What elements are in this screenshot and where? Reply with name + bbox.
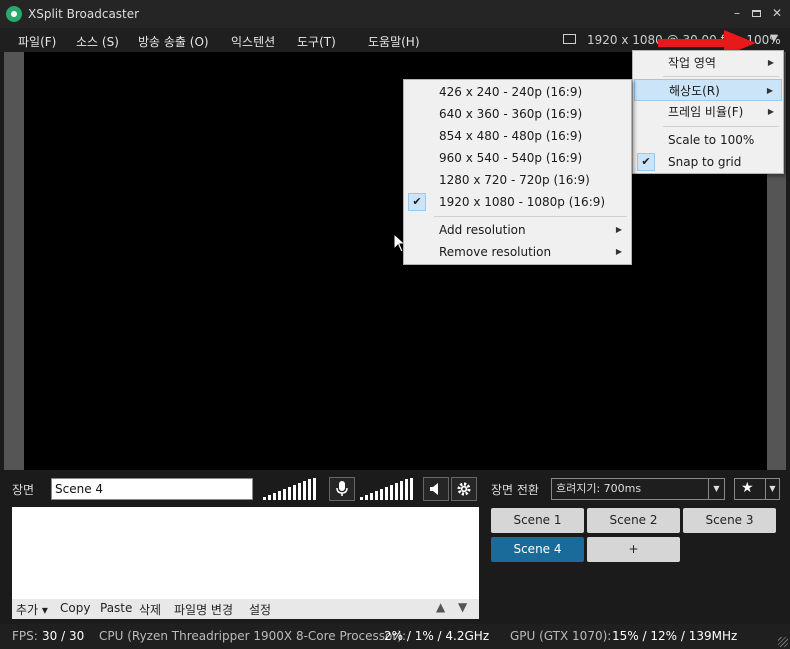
gpu-label: GPU (GTX 1070): (510, 629, 612, 643)
resize-grip[interactable] (778, 637, 788, 647)
title-bar: XSplit Broadcaster – ✕ (0, 0, 790, 28)
settings-button[interactable] (451, 477, 477, 501)
sources-list[interactable] (12, 507, 479, 599)
menu-item-scale-100[interactable]: Scale to 100% (634, 129, 782, 151)
view-menu-dropdown-arrow[interactable]: ▼ (770, 33, 778, 44)
microphone-volume-meter[interactable] (263, 478, 316, 500)
menu-item-resolution[interactable]: 해상도(R) ▶ (634, 79, 782, 101)
menu-item-snap-to-grid[interactable]: ✔ Snap to grid (634, 151, 782, 173)
menu-separator (434, 216, 627, 217)
menu-separator (663, 126, 779, 127)
add-source-button[interactable]: 추가 ▾ (16, 601, 48, 618)
source-settings-button[interactable]: 설정 (249, 601, 271, 618)
transition-label: 장면 전환 (491, 483, 539, 497)
menu-item-remove-resolution[interactable]: Remove resolution ▶ (405, 241, 630, 263)
xsplit-logo-icon (6, 6, 22, 22)
checkmark-icon: ✔ (408, 193, 426, 211)
minimize-button[interactable]: – (729, 5, 745, 21)
microphone-button[interactable] (329, 477, 355, 501)
menu-item-workspace[interactable]: 작업 영역 ▶ (634, 52, 782, 74)
menu-help[interactable]: 도움말(H) (368, 33, 420, 50)
speaker-icon (430, 483, 438, 495)
resolution-option[interactable]: 426 x 240 - 240p (16:9) (405, 81, 630, 103)
submenu-arrow-icon: ▶ (615, 225, 622, 234)
close-button[interactable]: ✕ (769, 5, 785, 21)
sources-toolbar: 추가 ▾ Copy Paste 삭제 파일명 변경 설정 ▲ ▼ (12, 599, 479, 619)
resolution-submenu: 426 x 240 - 240p (16:9) 640 x 360 - 360p… (403, 79, 632, 265)
speaker-button[interactable] (423, 477, 449, 501)
fps-label: FPS: (12, 629, 38, 643)
copy-button[interactable]: Copy (60, 601, 90, 615)
submenu-arrow-icon: ▶ (766, 86, 773, 95)
status-bar: FPS: 30 / 30 CPU (Ryzen Threadripper 190… (0, 624, 790, 649)
scene-name-field[interactable]: Scene 4 (51, 478, 253, 500)
window-title: XSplit Broadcaster (28, 7, 140, 21)
rename-button[interactable]: 파일명 변경 (174, 601, 233, 618)
menu-broadcast[interactable]: 방송 송출 (O) (138, 33, 209, 50)
paste-button[interactable]: Paste (100, 601, 132, 615)
menu-extensions[interactable]: 익스텐션 (231, 33, 275, 50)
menu-separator (663, 76, 779, 77)
gear-icon (457, 482, 471, 496)
resolution-option[interactable]: 960 x 540 - 540p (16:9) (405, 147, 630, 169)
menu-sources[interactable]: 소스 (S) (76, 33, 119, 50)
resolution-option[interactable]: 854 x 480 - 480p (16:9) (405, 125, 630, 147)
scene-button-4[interactable]: Scene 4 (491, 537, 584, 562)
star-add-icon: ★ (741, 480, 754, 496)
microphone-icon (336, 481, 348, 496)
submenu-arrow-icon: ▶ (767, 58, 774, 67)
add-scene-button[interactable]: + (587, 537, 680, 562)
menu-item-frame-rate[interactable]: 프레임 비율(F) ▶ (634, 101, 782, 123)
chevron-down-icon[interactable]: ▼ (765, 479, 779, 499)
scene-button-2[interactable]: Scene 2 (587, 508, 680, 533)
submenu-arrow-icon: ▶ (615, 247, 622, 256)
monitor-icon (563, 34, 576, 44)
maximize-button[interactable] (748, 5, 764, 21)
chevron-down-icon: ▼ (708, 479, 724, 499)
scene-button-1[interactable]: Scene 1 (491, 508, 584, 533)
resolution-option[interactable]: 640 x 360 - 360p (16:9) (405, 103, 630, 125)
cpu-value: 2% / 1% / 4.2GHz (384, 629, 490, 643)
cpu-label: CPU (Ryzen Threadripper 1900X 8-Core Pro… (99, 629, 407, 643)
transition-select[interactable]: 흐려지기: 700ms ▼ (551, 478, 725, 500)
speaker-volume-meter[interactable] (360, 478, 413, 500)
resolution-option[interactable]: 1280 x 720 - 720p (16:9) (405, 169, 630, 191)
resolution-option-selected[interactable]: ✔ 1920 x 1080 - 1080p (16:9) (405, 191, 630, 213)
menu-file[interactable]: 파일(F) (18, 33, 56, 50)
checkmark-icon: ✔ (637, 153, 655, 171)
delete-button[interactable]: 삭제 (139, 601, 161, 618)
scene-label: 장면 (12, 483, 35, 497)
up-arrow-icon[interactable]: ▲ (436, 600, 445, 614)
favorite-transition-button[interactable]: ★ ▼ (734, 478, 780, 500)
submenu-arrow-icon: ▶ (767, 107, 774, 116)
scene-button-3[interactable]: Scene 3 (683, 508, 776, 533)
menu-tools[interactable]: 도구(T) (297, 33, 336, 50)
fps-value: 30 / 30 (42, 629, 85, 643)
down-arrow-icon[interactable]: ▼ (458, 600, 467, 614)
view-context-menu: 작업 영역 ▶ 해상도(R) ▶ 프레임 비율(F) ▶ Scale to 10… (632, 50, 784, 174)
menu-item-add-resolution[interactable]: Add resolution ▶ (405, 219, 630, 241)
gpu-value: 15% / 12% / 139MHz (612, 629, 738, 643)
